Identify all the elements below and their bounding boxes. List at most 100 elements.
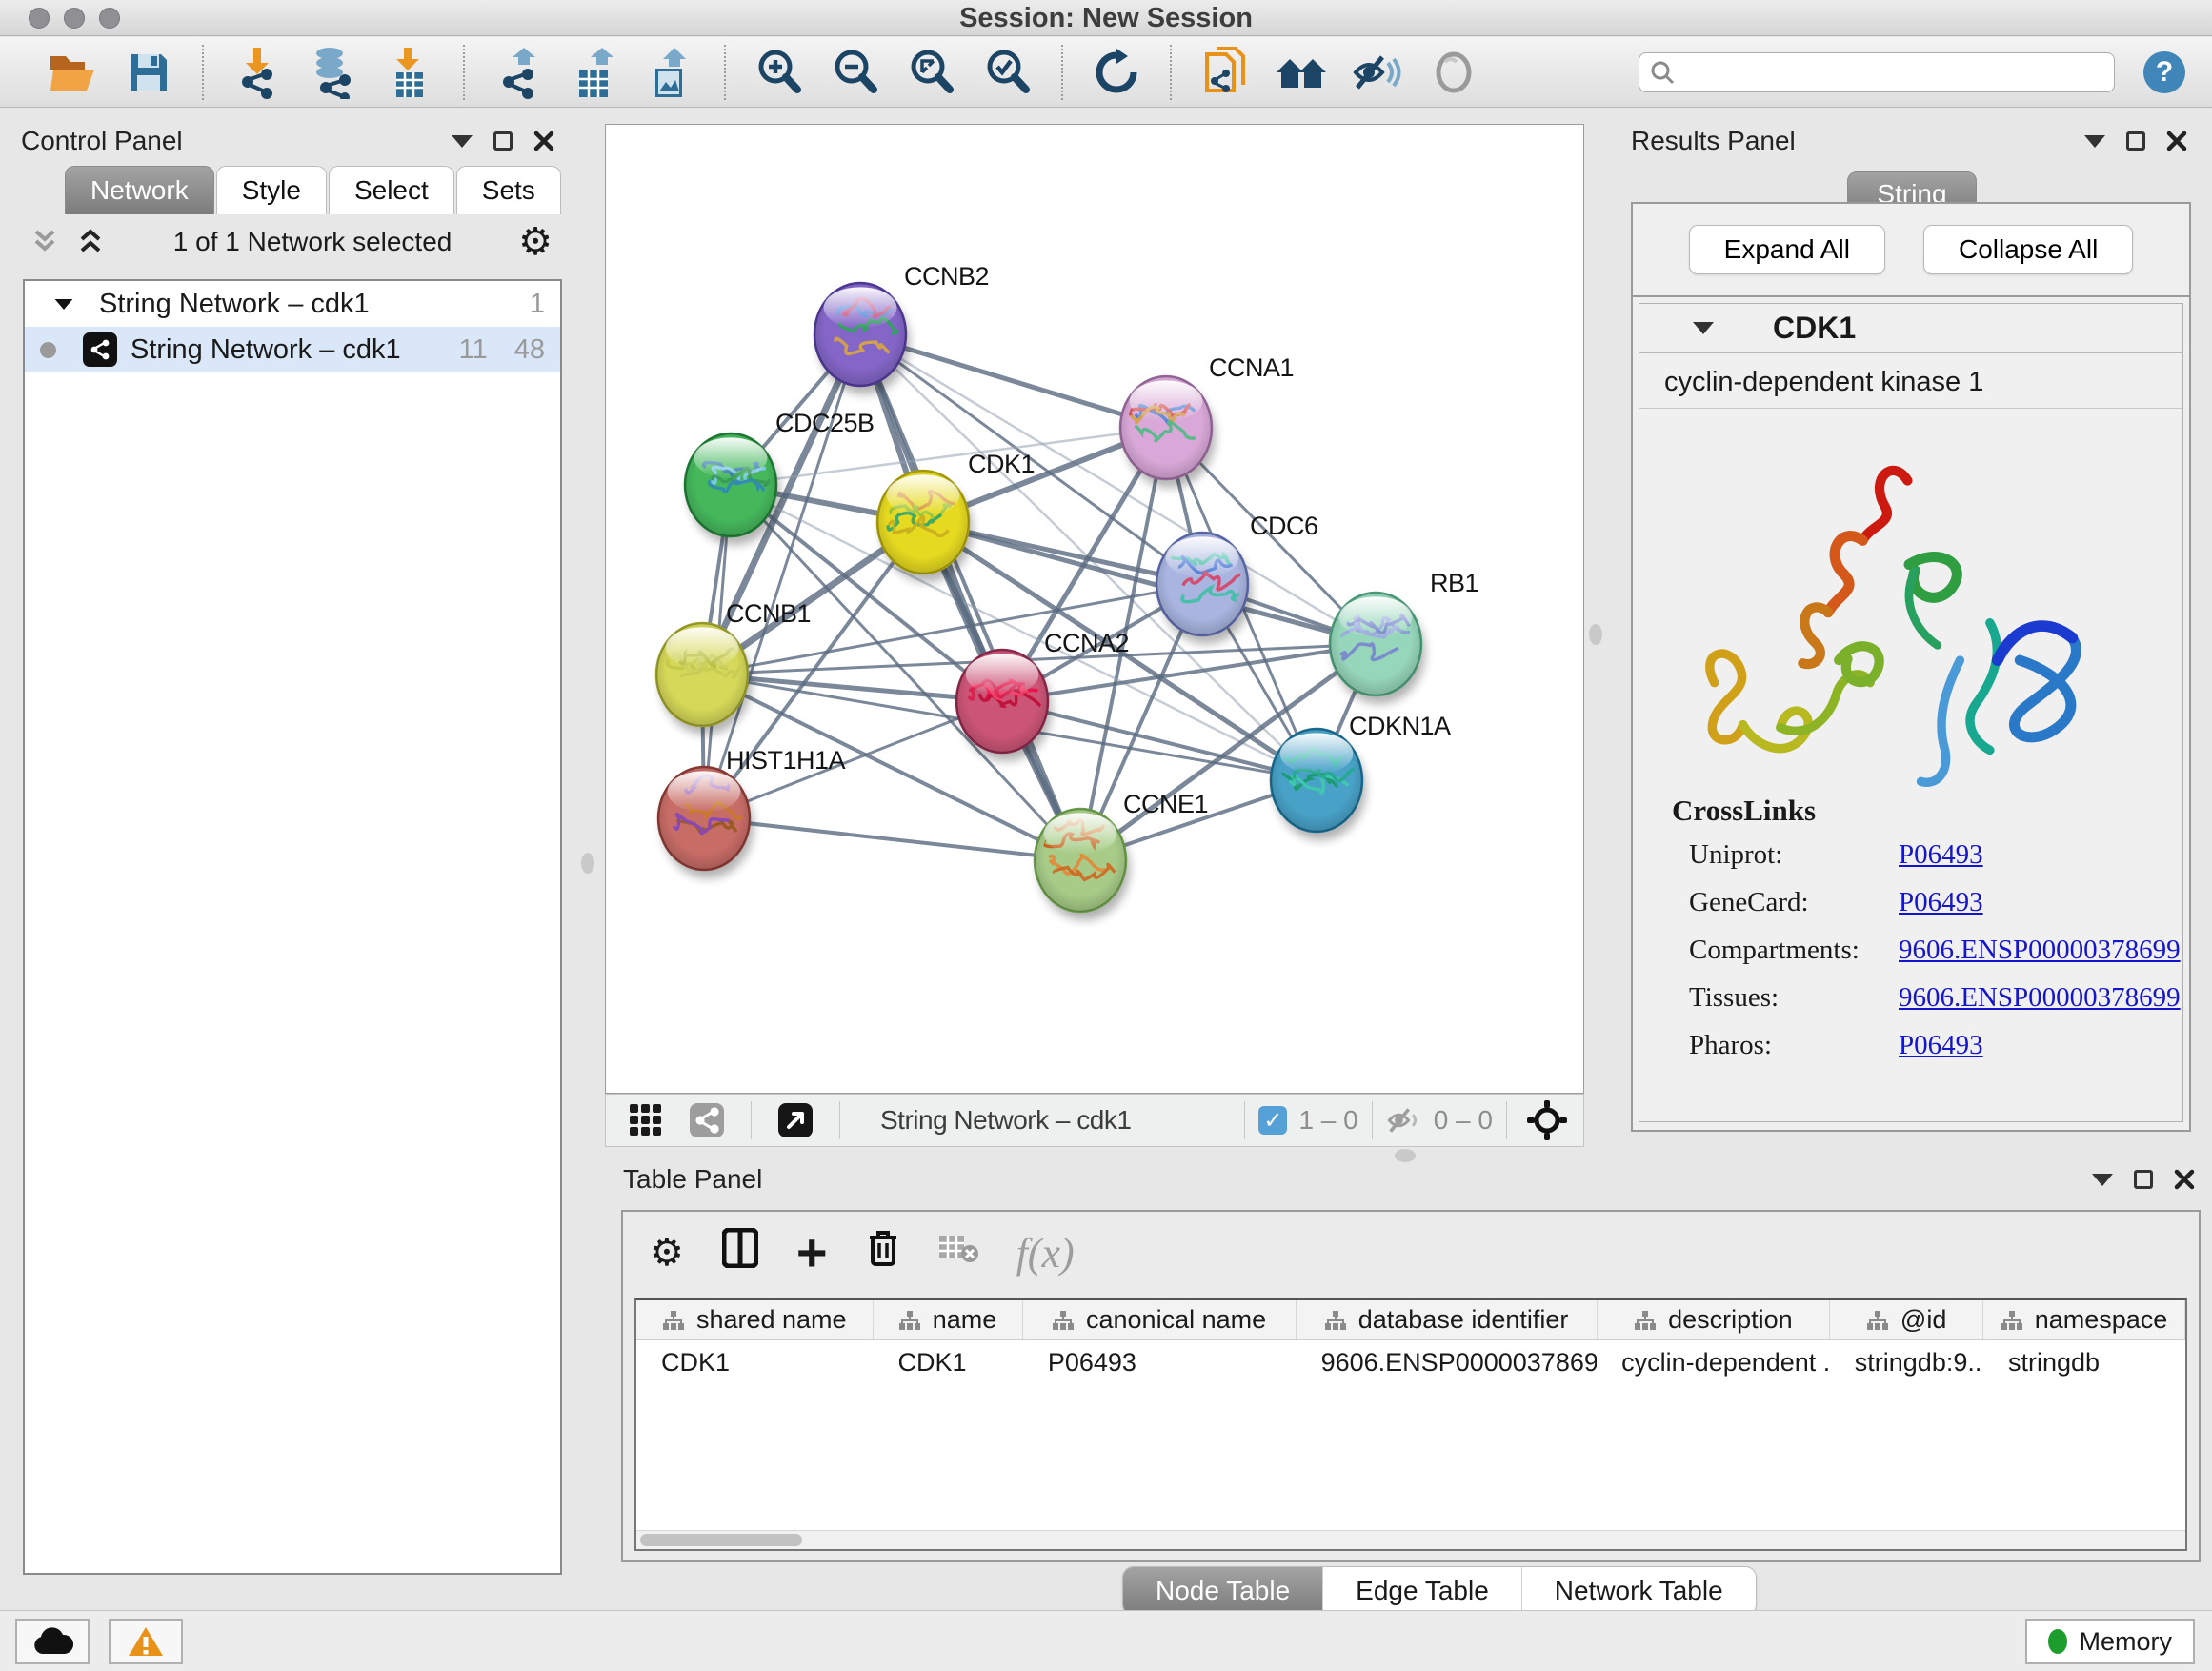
network-canvas[interactable]: CCNB2CCNA1CDC25BCDK1CDC6RB1CCNB1CCNA2CDK… <box>605 124 1584 1094</box>
help-button[interactable]: ? <box>2143 51 2185 93</box>
function-builder-icon[interactable]: f(x) <box>1016 1229 1075 1278</box>
crosslink-value-link[interactable]: P06493 <box>1899 839 1983 871</box>
zoom-selected-icon[interactable] <box>981 46 1035 99</box>
clone-network-icon[interactable] <box>1198 46 1252 99</box>
network-edge-HIST1H1A-CCNE1[interactable] <box>704 818 1080 860</box>
tab-style[interactable]: Style <box>216 166 327 214</box>
search-box[interactable] <box>1639 52 2115 92</box>
open-session-icon[interactable] <box>46 46 99 99</box>
refresh-icon[interactable] <box>1090 46 1143 99</box>
delete-table-icon[interactable] <box>938 1232 978 1275</box>
column-header-description[interactable]: description <box>1598 1300 1831 1339</box>
column-header-sharedname[interactable]: shared name <box>636 1300 874 1339</box>
panel-menu-icon[interactable] <box>2084 135 2105 148</box>
network-node-CDK1[interactable]: CDK1 <box>877 450 1035 582</box>
network-row[interactable]: String Network – cdk1 11 48 <box>25 327 560 372</box>
zoom-out-icon[interactable] <box>829 46 882 99</box>
table-horizontal-scrollbar[interactable] <box>636 1530 2185 1549</box>
panel-float-icon[interactable] <box>2134 1170 2153 1189</box>
window-zoom-button[interactable] <box>99 8 120 29</box>
tree-expander-icon[interactable] <box>55 298 73 309</box>
show-columns-icon[interactable] <box>722 1228 758 1278</box>
panel-float-icon[interactable] <box>2126 131 2145 151</box>
export-table-icon[interactable] <box>568 46 621 99</box>
network-collection-row[interactable]: String Network – cdk1 1 <box>25 281 560 327</box>
hide-selected-icon[interactable] <box>1351 46 1404 99</box>
left-splitter-handle[interactable] <box>581 853 594 874</box>
pan-tool-icon[interactable] <box>1520 1094 1574 1147</box>
network-edge-CDK1-RB1[interactable] <box>923 522 1376 644</box>
add-column-icon[interactable]: + <box>796 1234 828 1272</box>
import-network-icon[interactable] <box>231 46 284 99</box>
crosslink-value-link[interactable]: P06493 <box>1899 887 1983 918</box>
network-node-RB1[interactable]: RB1 <box>1330 569 1478 704</box>
grid-view-icon[interactable] <box>619 1094 673 1147</box>
right-splitter-handle[interactable] <box>1589 624 1602 645</box>
expand-all-icon[interactable] <box>74 228 107 256</box>
column-header-name[interactable]: name <box>874 1300 1023 1339</box>
panel-close-icon[interactable] <box>2166 131 2187 151</box>
toolbar-separator <box>202 45 204 100</box>
tab-network[interactable]: Network <box>65 166 214 214</box>
collapse-all-button[interactable]: Collapse All <box>1923 225 2133 274</box>
panel-menu-icon[interactable] <box>2092 1174 2113 1186</box>
home-icon[interactable] <box>1275 46 1328 99</box>
column-header-canonicalname[interactable]: canonical name <box>1023 1300 1297 1339</box>
table-cell[interactable]: stringdb:9... <box>1830 1340 1983 1384</box>
panel-float-icon[interactable] <box>493 131 513 151</box>
table-cell[interactable]: P06493 <box>1023 1340 1297 1384</box>
search-icon <box>1649 59 1676 86</box>
collapse-all-icon[interactable] <box>29 228 61 256</box>
panel-close-icon[interactable] <box>2174 1169 2195 1190</box>
tab-sets[interactable]: Sets <box>456 166 561 214</box>
column-header-databaseidentifier[interactable]: database identifier <box>1297 1300 1598 1339</box>
zoom-in-icon[interactable] <box>753 46 806 99</box>
show-all-icon[interactable] <box>1427 46 1480 99</box>
panel-close-icon[interactable] <box>533 131 554 151</box>
import-network-database-icon[interactable] <box>307 46 360 99</box>
network-node-CCNB1[interactable]: CCNB1 <box>656 599 811 735</box>
table-cell[interactable]: CDK1 <box>636 1340 873 1384</box>
tab-edge-table[interactable]: Edge Table <box>1323 1567 1522 1615</box>
tree-column-icon <box>898 1310 921 1331</box>
crosslink-label: Compartments: <box>1689 935 1899 966</box>
column-header-namespace[interactable]: namespace <box>1983 1300 2185 1339</box>
gene-entry-header[interactable]: CDK1 <box>1639 304 2182 353</box>
tab-network-table[interactable]: Network Table <box>1522 1567 1756 1615</box>
network-view-icon[interactable] <box>680 1094 734 1147</box>
gear-icon[interactable]: ⚙ <box>518 220 553 264</box>
table-cell[interactable]: 9606.ENSP00000378699 <box>1297 1340 1598 1384</box>
network-node-HIST1H1A[interactable]: HIST1H1A <box>658 746 846 878</box>
birdseye-view-icon[interactable] <box>769 1094 822 1147</box>
gene-expander-icon[interactable] <box>1693 322 1714 334</box>
table-cell[interactable]: stringdb <box>1983 1340 2185 1384</box>
memory-button[interactable]: Memory <box>2025 1619 2195 1664</box>
panel-menu-icon[interactable] <box>452 135 473 148</box>
table-settings-gear-icon[interactable]: ⚙ <box>650 1231 684 1275</box>
delete-column-icon[interactable] <box>866 1228 900 1278</box>
scrollbar-handle[interactable] <box>640 1534 802 1546</box>
network-node-CCNA1[interactable]: CCNA1 <box>1120 353 1294 488</box>
save-session-icon[interactable] <box>122 46 175 99</box>
window-close-button[interactable] <box>29 8 50 29</box>
zoom-fit-icon[interactable] <box>905 46 958 99</box>
import-table-icon[interactable] <box>383 46 436 99</box>
export-network-icon[interactable] <box>492 46 545 99</box>
crosslink-value-link[interactable]: P06493 <box>1899 1030 1983 1061</box>
column-header-id[interactable]: @id <box>1830 1300 1983 1339</box>
network-node-CDKN1A[interactable]: CDKN1A <box>1271 712 1451 840</box>
crosslink-value-link[interactable]: 9606.ENSP00000378699 <box>1899 935 2181 966</box>
tab-select[interactable]: Select <box>329 166 454 214</box>
search-input[interactable] <box>1676 57 2104 87</box>
crosslink-value-link[interactable]: 9606.ENSP00000378699 <box>1899 982 2181 1014</box>
table-row[interactable]: CDK1CDK1P064939606.ENSP00000378699cyclin… <box>636 1340 2185 1384</box>
export-image-icon[interactable] <box>644 46 697 99</box>
selected-checkbox-icon[interactable]: ✓ <box>1258 1106 1287 1135</box>
tab-node-table[interactable]: Node Table <box>1123 1567 1323 1615</box>
table-cell[interactable]: CDK1 <box>873 1340 1022 1384</box>
warnings-button[interactable] <box>109 1619 183 1664</box>
window-minimize-button[interactable] <box>64 8 85 29</box>
cloud-button[interactable] <box>15 1619 90 1664</box>
expand-all-button[interactable]: Expand All <box>1689 225 1885 274</box>
table-cell[interactable]: cyclin-dependent ... <box>1597 1340 1830 1384</box>
